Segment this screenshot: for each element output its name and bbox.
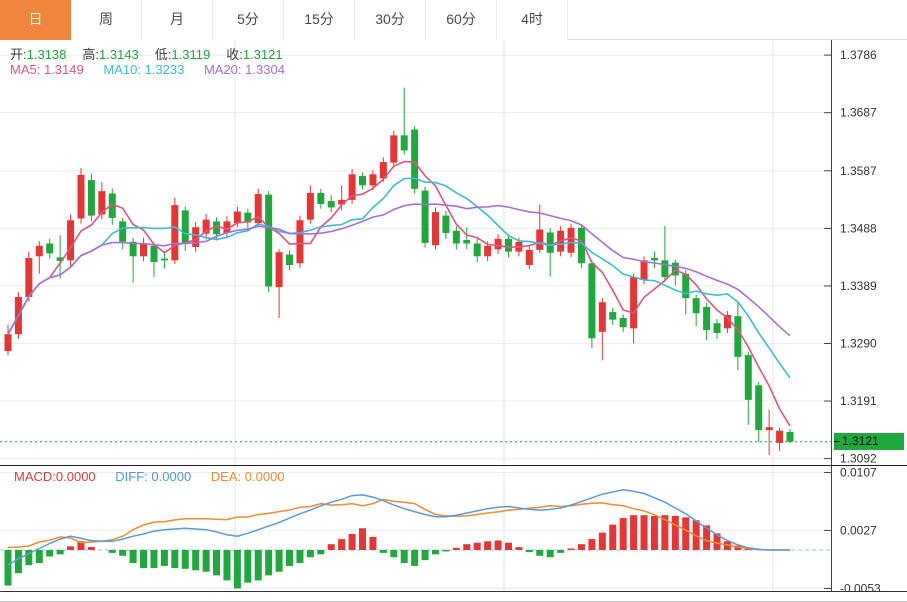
tab-week[interactable]: 周	[71, 0, 142, 40]
tab-30min[interactable]: 30分	[355, 0, 426, 40]
diff-label: DIFF:	[115, 469, 148, 484]
timeframe-tabbar: 日周月5分15分30分60分4时	[0, 0, 907, 40]
svg-text:1.3488: 1.3488	[840, 221, 877, 235]
dea-label: DEA:	[211, 469, 241, 484]
low-value: 1.3119	[171, 47, 210, 62]
svg-text:0.0027: 0.0027	[840, 523, 877, 537]
svg-text:0.0107: 0.0107	[840, 466, 877, 479]
ohlc-legend: 开:1.3138 高:1.3143 低:1.3119 收:1.3121	[10, 44, 299, 63]
y-axis: 1.3786 1.3687 1.3587 1.3488 1.3389 1.3290 1.31…	[824, 40, 877, 465]
chart-app-window: 日周月5分15分30分60分4时 开:1.3138 高:1.3143 低:1.311…	[0, 0, 907, 602]
high-value: 1.3143	[99, 47, 139, 62]
ma-legend: MA5: 1.3149 MA10: 1.3233 MA20: 1.3304	[10, 62, 301, 77]
tab-5min[interactable]: 5分	[213, 0, 284, 40]
candles-layer	[5, 88, 794, 455]
low-label: 低:	[155, 47, 172, 62]
dea-value: 0.0000	[245, 469, 285, 484]
ma10-label: MA10:	[103, 62, 141, 77]
panel-separator	[0, 465, 907, 466]
close-label: 收:	[226, 47, 243, 62]
last-price-tag: 1.3121	[834, 433, 904, 450]
main-candlestick-chart[interactable]: 1.3786 1.3687 1.3587 1.3488 1.3389 1.3290 1.31…	[0, 40, 907, 465]
ma20-value: 1.3304	[245, 62, 285, 77]
ma5-line	[8, 162, 790, 426]
high-label: 高:	[82, 47, 99, 62]
svg-text:1.3786: 1.3786	[840, 48, 877, 62]
macd-y-axis: 0.0107 0.0027 -0.0053	[824, 466, 881, 591]
tab-month[interactable]: 月	[142, 0, 213, 40]
ma5-value: 1.3149	[44, 62, 84, 77]
open-value: 1.3138	[27, 47, 67, 62]
svg-text:1.3092: 1.3092	[840, 452, 877, 465]
macd-legend: MACD:0.0000 DIFF: 0.0000 DEA: 0.0000	[14, 469, 301, 484]
macd-chart[interactable]: 0.0107 0.0027 -0.0053	[0, 466, 907, 591]
bottom-border	[0, 591, 907, 592]
tab-4hour[interactable]: 4时	[497, 0, 568, 40]
ma20-label: MA20:	[204, 62, 242, 77]
macd-value: 0.0000	[56, 469, 96, 484]
tab-day[interactable]: 日	[0, 0, 71, 40]
svg-text:1.3389: 1.3389	[840, 279, 877, 293]
svg-text:-0.0053: -0.0053	[840, 581, 881, 591]
svg-text:1.3191: 1.3191	[840, 394, 877, 408]
grid-layer	[0, 40, 832, 465]
ma10-value: 1.3233	[145, 62, 185, 77]
macd-label: MACD:	[14, 469, 56, 484]
macd-histogram	[5, 515, 763, 588]
ma5-label: MA5:	[10, 62, 40, 77]
tab-15min[interactable]: 15分	[284, 0, 355, 40]
diff-value: 0.0000	[151, 469, 191, 484]
svg-text:1.3587: 1.3587	[840, 164, 877, 178]
svg-text:1.3290: 1.3290	[840, 336, 877, 350]
tab-60min[interactable]: 60分	[426, 0, 497, 40]
svg-text:1.3687: 1.3687	[840, 106, 877, 120]
open-label: 开:	[10, 47, 27, 62]
close-value: 1.3121	[243, 47, 283, 62]
